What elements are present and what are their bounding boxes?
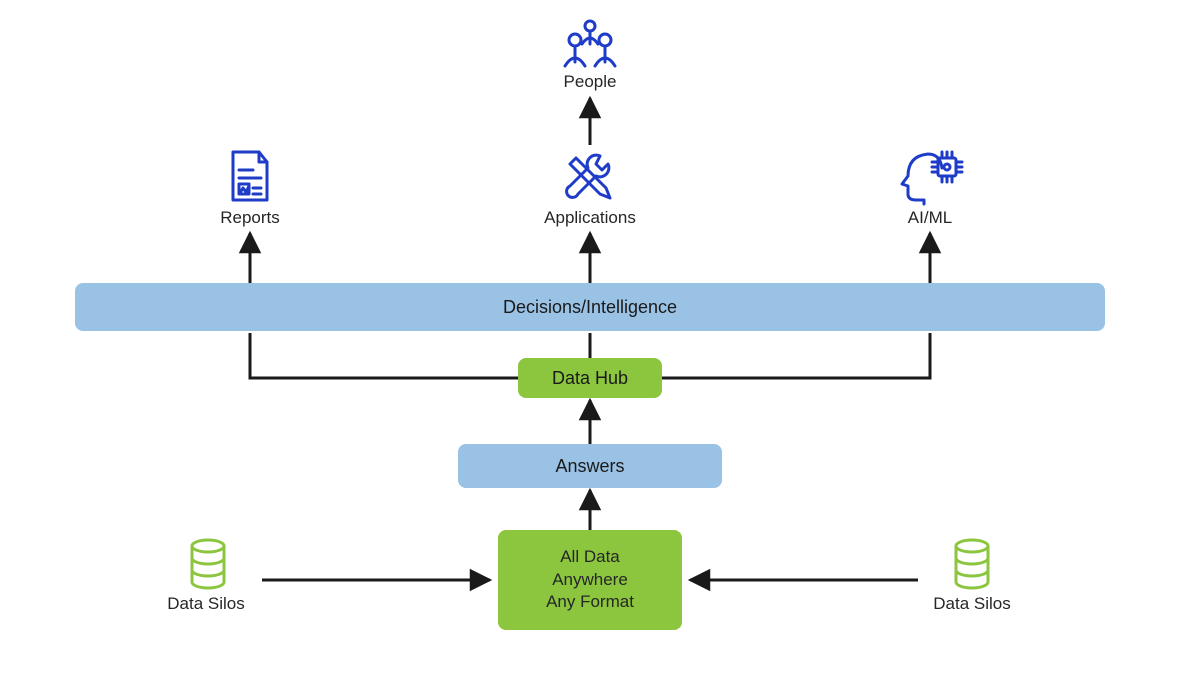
reports-label: Reports xyxy=(200,208,300,228)
answers-label: Answers xyxy=(555,456,624,477)
document-chart-icon xyxy=(225,148,275,204)
diagram-root: People Reports Ap xyxy=(0,0,1180,680)
database-icon xyxy=(186,538,230,590)
all-data-line1: All Data xyxy=(546,546,634,569)
silos-right-label: Data Silos xyxy=(922,594,1022,614)
ai-head-chip-icon xyxy=(898,148,964,206)
data-hub-box: Data Hub xyxy=(518,358,662,398)
tools-icon xyxy=(562,150,618,206)
decisions-band: Decisions/Intelligence xyxy=(75,283,1105,331)
silos-left-label: Data Silos xyxy=(156,594,256,614)
applications-label: Applications xyxy=(530,208,650,228)
all-data-box: All Data Anywhere Any Format xyxy=(498,530,682,630)
decisions-label: Decisions/Intelligence xyxy=(503,297,677,318)
aiml-label: AI/ML xyxy=(880,208,980,228)
answers-box: Answers xyxy=(458,444,722,488)
people-icon xyxy=(560,18,620,70)
all-data-line3: Any Format xyxy=(546,591,634,614)
data-hub-label: Data Hub xyxy=(552,368,628,389)
database-icon xyxy=(950,538,994,590)
all-data-line2: Anywhere xyxy=(546,569,634,592)
people-label: People xyxy=(540,72,640,92)
